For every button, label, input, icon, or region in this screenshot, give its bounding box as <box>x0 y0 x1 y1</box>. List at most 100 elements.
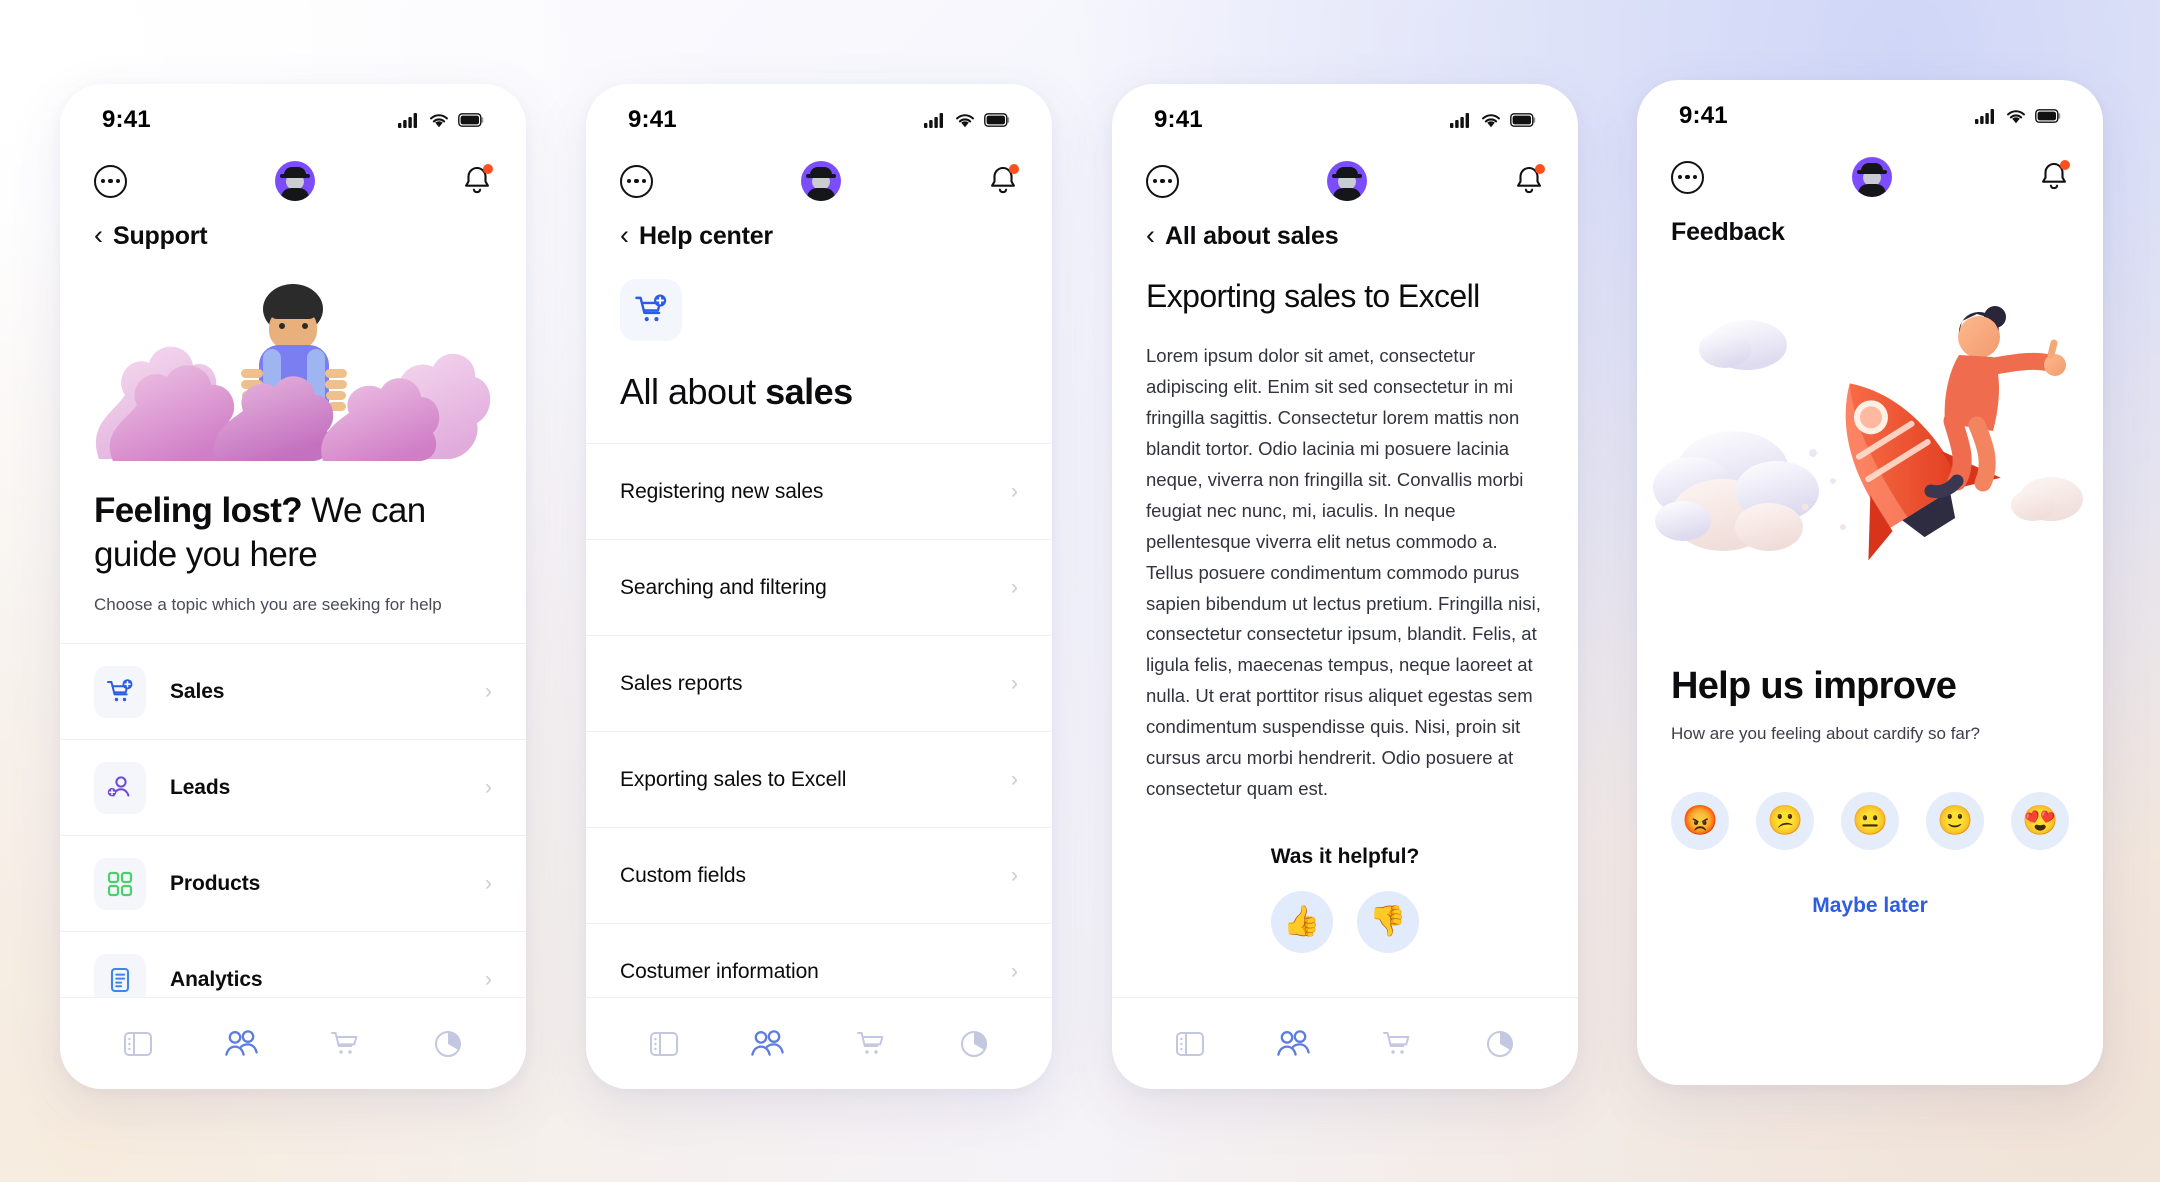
person-riding-rocket-illustration <box>1637 275 2103 645</box>
chevron-left-icon[interactable]: ‹ <box>1146 222 1155 249</box>
app-bar <box>586 146 1052 216</box>
list-item-analytics[interactable]: Analytics › <box>60 931 526 997</box>
shopping-cart-add-icon <box>94 665 146 718</box>
more-options-icon[interactable] <box>1146 164 1179 198</box>
angry-face-emoji[interactable]: 😡 <box>1671 792 1729 850</box>
was-it-helpful-block: Was it helpful? 👍 👎 <box>1112 845 1578 997</box>
nav-analytics[interactable] <box>422 1018 474 1070</box>
cellular-signal-icon <box>924 112 943 128</box>
nav-dashboard-panel[interactable] <box>638 1018 690 1070</box>
nav-analytics[interactable] <box>948 1018 1000 1070</box>
nav-people[interactable] <box>215 1018 267 1070</box>
bottom-navigation-bar <box>586 997 1052 1089</box>
page-title-label: Feedback <box>1671 218 1785 246</box>
list-item-exporting-sales-to-excell[interactable]: Exporting sales to Excell › <box>586 731 1052 827</box>
chevron-right-icon: › <box>485 968 492 992</box>
status-bar: 9:41 <box>1112 84 1578 146</box>
nav-analytics[interactable] <box>1474 1018 1526 1070</box>
slightly-smiling-face-emoji[interactable]: 🙂 <box>1926 792 1984 850</box>
status-indicators <box>1975 108 2061 124</box>
grid-squares-icon <box>94 857 146 910</box>
heart-eyes-face-emoji[interactable]: 😍 <box>2011 792 2069 850</box>
pie-chart-icon <box>961 1030 988 1057</box>
list-item-sales[interactable]: Sales › <box>60 643 526 739</box>
page-title: ‹ All about sales <box>1112 216 1578 251</box>
bottom-navigation-bar <box>60 997 526 1089</box>
wifi-icon <box>956 113 974 127</box>
list-item-leads[interactable]: Leads › <box>60 739 526 835</box>
user-avatar[interactable] <box>274 161 315 201</box>
app-bar <box>1637 142 2103 212</box>
shopping-cart-icon <box>1382 1031 1410 1054</box>
list-item-costumer-information[interactable]: Costumer information › <box>586 923 1052 997</box>
helpful-question: Was it helpful? <box>1270 845 1420 868</box>
nav-cart[interactable] <box>845 1018 897 1070</box>
dashboard-panel-icon <box>649 1031 678 1056</box>
chevron-left-icon[interactable]: ‹ <box>620 222 629 249</box>
list-item-label: Custom fields <box>620 863 746 887</box>
phone-screen-support: 9:41 ‹ Support Feeling lost? We can guid… <box>60 84 526 1089</box>
more-options-icon[interactable] <box>620 164 653 198</box>
nav-people[interactable] <box>1267 1018 1319 1070</box>
phone-screen-feedback: 9:41 Feedback Help us improve How are yo… <box>1637 80 2103 1085</box>
confused-face-emoji[interactable]: 😕 <box>1756 792 1814 850</box>
wifi-icon <box>430 113 448 127</box>
helpful-buttons: 👍 👎 <box>1146 891 1544 953</box>
list-item-label: Products <box>170 871 261 895</box>
maybe-later-button[interactable]: Maybe later <box>1637 850 2103 918</box>
notification-bell-icon[interactable] <box>2039 160 2070 194</box>
neutral-face-emoji[interactable]: 😐 <box>1841 792 1899 850</box>
page-title-label: All about sales <box>1165 222 1339 250</box>
feedback-title: Help us improve <box>1671 665 1957 707</box>
nav-cart[interactable] <box>319 1018 371 1070</box>
chevron-right-icon: › <box>1011 864 1018 887</box>
notification-dot <box>2060 160 2070 170</box>
lost-person-in-bushes-illustration <box>82 273 504 463</box>
pie-chart-icon <box>1487 1030 1514 1057</box>
chevron-left-icon[interactable]: ‹ <box>94 222 103 249</box>
list-item-products[interactable]: Products › <box>60 835 526 931</box>
wifi-icon <box>1482 113 1500 127</box>
page-title: ‹ Help center <box>586 216 1052 251</box>
headline: Feeling lost? We can guide you here <box>60 463 526 577</box>
notification-bell-icon[interactable] <box>988 164 1019 198</box>
notification-bell-icon[interactable] <box>462 164 493 198</box>
status-indicators <box>1450 112 1536 128</box>
nav-dashboard-panel[interactable] <box>1164 1018 1216 1070</box>
battery-icon <box>2035 109 2061 123</box>
phone-mockups-container: 9:41 ‹ Support Feeling lost? We can guid… <box>0 0 2160 1182</box>
nav-people[interactable] <box>741 1018 793 1070</box>
status-indicators <box>924 112 1010 128</box>
wifi-icon <box>2007 109 2025 123</box>
user-avatar[interactable] <box>1851 157 1892 197</box>
user-avatar[interactable] <box>1326 161 1367 201</box>
list-item-custom-fields[interactable]: Custom fields › <box>586 827 1052 923</box>
list-item-searching-and-filtering[interactable]: Searching and filtering › <box>586 539 1052 635</box>
pie-chart-icon <box>435 1030 462 1057</box>
thumbs-down-icon[interactable]: 👎 <box>1357 891 1419 953</box>
list-item-label: Costumer information <box>620 959 819 983</box>
battery-icon <box>1510 113 1536 127</box>
nav-cart[interactable] <box>1371 1018 1423 1070</box>
nav-dashboard-panel[interactable] <box>112 1018 164 1070</box>
chevron-right-icon: › <box>485 776 492 800</box>
more-options-icon[interactable] <box>94 164 127 198</box>
screen-body: Feeling lost? We can guide you here Choo… <box>60 251 526 997</box>
thumbs-up-icon[interactable]: 👍 <box>1271 891 1333 953</box>
status-bar: 9:41 <box>1637 80 2103 142</box>
article-title: Exporting sales to Excell <box>1146 278 1480 314</box>
chevron-right-icon: › <box>1011 672 1018 695</box>
page-title-label: Help center <box>639 222 773 250</box>
more-options-icon[interactable] <box>1671 160 1704 194</box>
page-title-label: Support <box>113 222 208 250</box>
list-item-sales-reports[interactable]: Sales reports › <box>586 635 1052 731</box>
user-avatar[interactable] <box>800 161 841 201</box>
list-item-label: Leads <box>170 775 231 799</box>
cellular-signal-icon <box>398 112 417 128</box>
list-item-registering-new-sales[interactable]: Registering new sales › <box>586 443 1052 539</box>
status-time: 9:41 <box>628 106 677 133</box>
status-bar: 9:41 <box>586 84 1052 146</box>
notification-bell-icon[interactable] <box>1514 164 1545 198</box>
battery-icon <box>984 113 1010 127</box>
status-time: 9:41 <box>102 106 151 133</box>
